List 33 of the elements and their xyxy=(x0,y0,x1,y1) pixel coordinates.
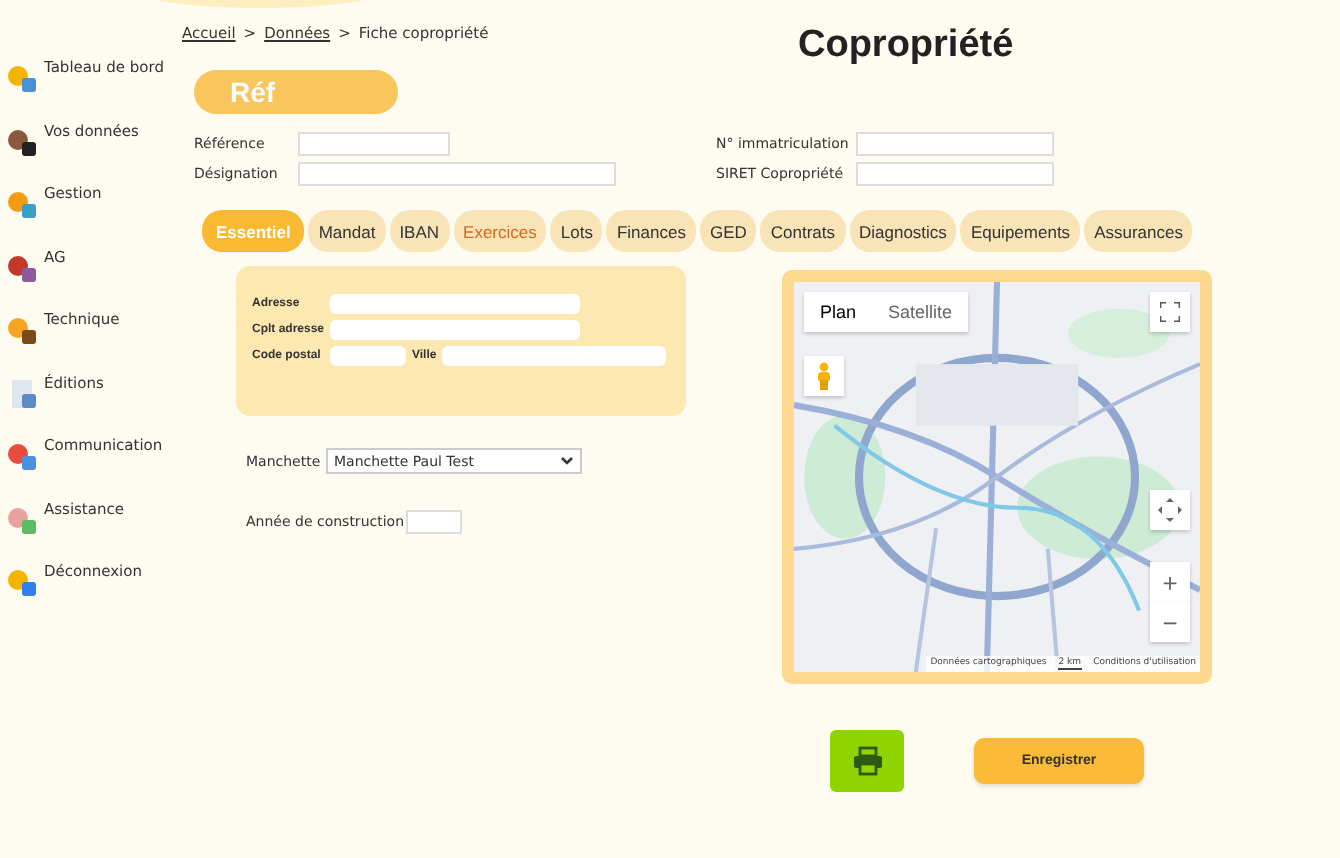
section-banner: Réf xyxy=(194,70,398,114)
chevron-down-icon xyxy=(560,456,574,466)
tab[interactable]: Contrats xyxy=(760,210,845,252)
tab[interactable]: GED xyxy=(699,210,757,252)
input-field[interactable] xyxy=(442,346,667,366)
print-button[interactable] xyxy=(830,730,904,792)
input-field[interactable] xyxy=(330,320,580,340)
tab[interactable]: Assurances xyxy=(1084,210,1193,252)
tab[interactable]: Finances xyxy=(606,210,696,252)
zoom-out-button[interactable]: − xyxy=(1150,602,1190,642)
tab[interactable]: Mandat xyxy=(308,210,386,252)
tab[interactable]: Equipements xyxy=(960,210,1081,252)
input-field[interactable] xyxy=(330,294,580,314)
person-icon xyxy=(816,362,832,390)
zoom-in-button[interactable]: + xyxy=(1150,562,1190,602)
street-view-button[interactable] xyxy=(804,356,844,396)
fullscreen-icon xyxy=(1160,302,1180,322)
input-field[interactable] xyxy=(298,132,450,156)
input-field[interactable] xyxy=(856,162,1054,186)
fullscreen-button[interactable] xyxy=(1150,292,1190,332)
map-type-button[interactable]: Plan xyxy=(804,292,873,332)
map-type-button[interactable]: Satellite xyxy=(872,292,969,332)
tab[interactable]: IBAN xyxy=(389,210,450,252)
input-field[interactable] xyxy=(856,132,1054,156)
input-field[interactable] xyxy=(406,510,462,534)
tab[interactable]: Diagnostics xyxy=(849,210,957,252)
arrows-icon xyxy=(1158,498,1182,522)
page-title: Copropriété xyxy=(798,24,1014,68)
camera-control-button[interactable] xyxy=(1150,490,1190,530)
tab[interactable]: Lots xyxy=(550,210,603,252)
input-field[interactable] xyxy=(330,346,406,366)
input-field[interactable] xyxy=(298,162,616,186)
printer-icon xyxy=(851,746,883,776)
